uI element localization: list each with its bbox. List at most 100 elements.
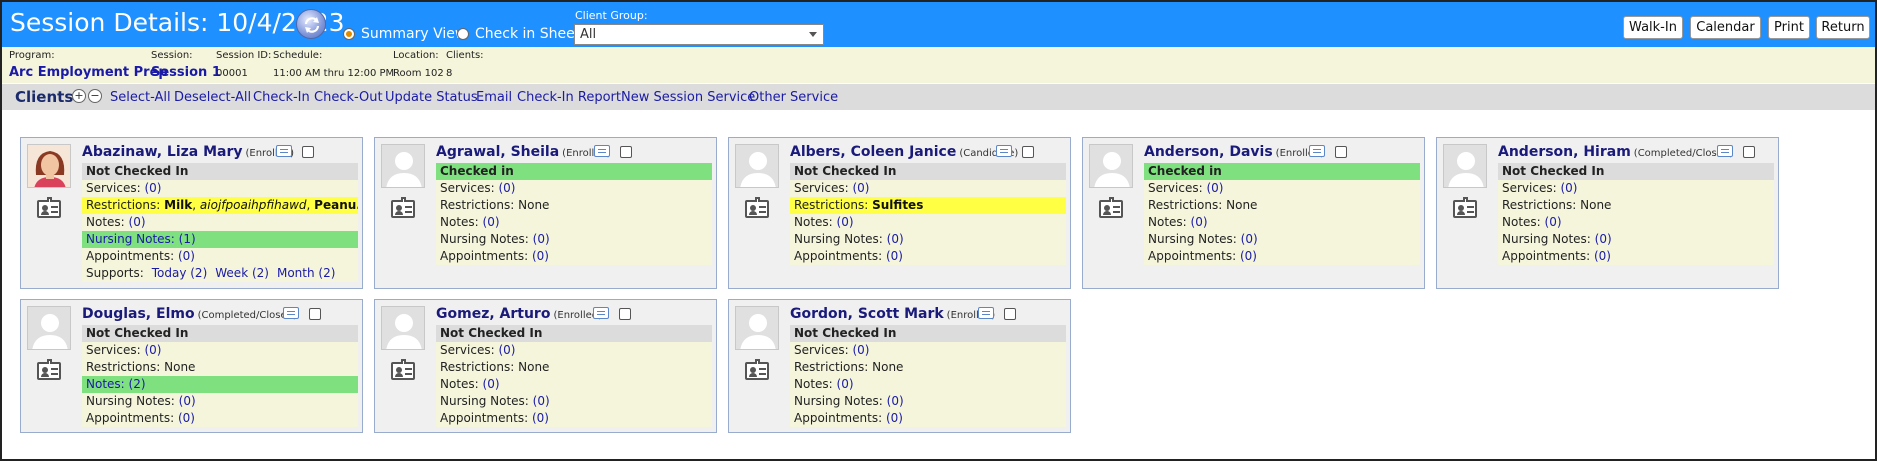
client-name[interactable]: Anderson, Davis [1144,144,1273,160]
nursing-notes-link[interactable]: (0) [533,232,550,246]
client-select-checkbox[interactable] [619,308,631,320]
notes-icon[interactable] [593,307,609,319]
summary-view-option[interactable]: Summary View [343,26,466,42]
program-link[interactable]: Arc Employment Prep [9,65,168,80]
check-in-sheet-option[interactable]: Check in Sheet [457,26,580,42]
services-label: Services: [1502,181,1557,195]
notes-link[interactable]: (0) [837,377,854,391]
restrictions-label: Restrictions: [86,198,161,212]
session-link[interactable]: Session 1 [151,65,221,80]
new-session-service-link[interactable]: New Session Service [621,90,755,105]
id-card-icon[interactable] [391,359,415,380]
return-button[interactable]: Return [1816,16,1870,39]
update-status-link[interactable]: Update Status [385,90,478,105]
refresh-button[interactable] [296,9,326,39]
client-select-checkbox[interactable] [1743,146,1755,158]
appointments-link[interactable]: (0) [886,249,903,263]
client-select-checkbox[interactable] [1335,146,1347,158]
nursing-notes-link[interactable]: (0) [1241,232,1258,246]
client-select-checkbox[interactable] [620,146,632,158]
id-card-icon[interactable] [745,359,769,380]
appointments-link[interactable]: (0) [532,411,549,425]
supports-today-link[interactable]: Today (2) [152,266,208,280]
id-card-icon[interactable] [1099,197,1123,218]
client-select-checkbox[interactable] [309,308,321,320]
services-link[interactable]: (0) [144,343,161,357]
notes-icon[interactable] [283,307,299,319]
services-link[interactable]: (0) [144,181,161,195]
appointments-link[interactable]: (0) [1240,249,1257,263]
notes-link[interactable]: (0) [1545,215,1562,229]
collapse-all-icon[interactable]: − [88,89,102,103]
appointments-link[interactable]: (0) [886,411,903,425]
id-card-icon[interactable] [37,197,61,218]
client-name[interactable]: Gomez, Arturo [436,306,550,322]
calendar-button[interactable]: Calendar [1690,16,1761,39]
notes-link[interactable]: (0) [837,215,854,229]
select-all-link[interactable]: Select-All [110,90,171,105]
client-select-checkbox[interactable] [1022,146,1034,158]
print-button[interactable]: Print [1768,16,1810,39]
check-in-sheet-radio[interactable] [457,28,469,40]
appointments-label: Appointments: [1148,249,1237,263]
notes-link[interactable]: Notes: (2) [82,376,358,393]
notes-link[interactable]: (0) [483,377,500,391]
id-card-icon[interactable] [1453,197,1477,218]
nursing-notes-link[interactable]: (0) [533,394,550,408]
notes-link[interactable]: (0) [1191,215,1208,229]
client-name[interactable]: Gordon, Scott Mark [790,306,944,322]
client-group-select[interactable]: All [574,24,824,45]
restrictions-row: Restrictions: None [790,359,1066,376]
walk-in-button[interactable]: Walk-In [1623,16,1683,39]
notes-icon[interactable] [1309,145,1325,157]
other-service-link[interactable]: Other Service [749,90,838,105]
nursing-notes-link[interactable]: (0) [887,394,904,408]
notes-icon[interactable] [978,307,994,319]
client-select-checkbox[interactable] [302,146,314,158]
nursing-notes-link[interactable]: (0) [179,394,196,408]
email-link[interactable]: Email [476,90,512,105]
summary-view-radio[interactable] [343,28,355,40]
notes-icon[interactable] [594,145,610,157]
notes-row: Notes: (0) [436,376,712,393]
client-name[interactable]: Abazinaw, Liza Mary [82,144,243,160]
person-silhouette-icon [382,145,424,187]
id-card-icon[interactable] [391,197,415,218]
check-in-link[interactable]: Check-In [253,90,310,105]
id-card-icon[interactable] [745,197,769,218]
nursing-notes-link[interactable]: Nursing Notes: (1) [82,231,358,248]
services-link[interactable]: (0) [852,181,869,195]
services-link[interactable]: (0) [498,343,515,357]
client-name[interactable]: Albers, Coleen Janice [790,144,956,160]
services-link[interactable]: (0) [1560,181,1577,195]
notes-icon[interactable] [996,145,1012,157]
client-name[interactable]: Douglas, Elmo [82,306,195,322]
nursing-notes-link[interactable]: (0) [1595,232,1612,246]
notes-icon[interactable] [1717,145,1733,157]
client-select-checkbox[interactable] [1004,308,1016,320]
deselect-all-link[interactable]: Deselect-All [174,90,251,105]
services-link[interactable]: (0) [852,343,869,357]
services-link[interactable]: (0) [1206,181,1223,195]
notes-link[interactable]: (0) [129,215,146,229]
services-link[interactable]: (0) [498,181,515,195]
appointments-link[interactable]: (0) [532,249,549,263]
notes-icon[interactable] [276,145,292,157]
client-name[interactable]: Agrawal, Sheila [436,144,559,160]
appointments-link[interactable]: (0) [178,249,195,263]
client-name[interactable]: Anderson, Hiram [1498,144,1631,160]
id-card-icon[interactable] [37,359,61,380]
restrictions-label: Restrictions: [1148,198,1223,212]
nursing-notes-link[interactable]: (0) [887,232,904,246]
notes-row: Notes: (0) [1498,214,1774,231]
restrictions-label: Restrictions: [794,360,869,374]
check-in-report-link[interactable]: Check-In Report [517,90,621,105]
appointments-link[interactable]: (0) [1594,249,1611,263]
appointments-link[interactable]: (0) [178,411,195,425]
checkin-status: Not Checked In [790,325,1066,342]
expand-all-icon[interactable]: + [72,89,86,103]
check-out-link[interactable]: Check-Out [314,90,383,105]
supports-week-link[interactable]: Week (2) [215,266,269,280]
notes-link[interactable]: (0) [483,215,500,229]
supports-month-link[interactable]: Month (2) [277,266,335,280]
